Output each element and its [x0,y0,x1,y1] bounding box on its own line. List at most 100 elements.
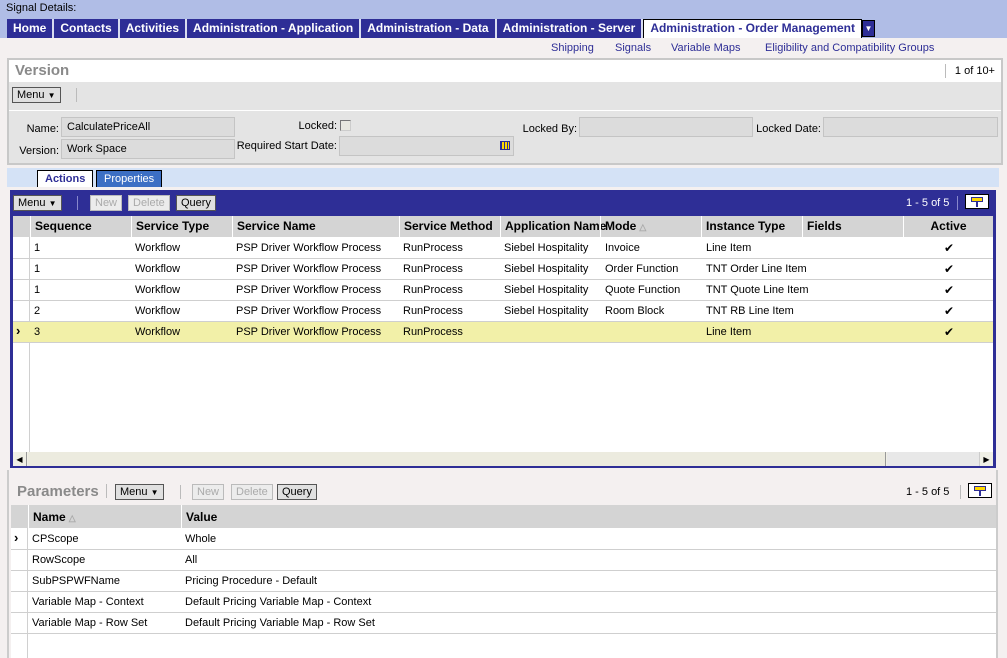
name-label: Name: [26,123,59,135]
cell-value: Whole [185,533,217,545]
column-service-name[interactable]: Service Name [232,216,399,237]
cell-instance-type: Line Item [706,242,752,254]
export-icon[interactable] [965,194,989,209]
version-menu-button[interactable]: Menu ▼ [12,87,61,103]
tab-administration-application[interactable]: Administration - Application [187,19,362,38]
scrollbar-thumb[interactable] [28,452,886,466]
subnav-shipping[interactable]: Shipping [551,42,594,54]
scroll-right-icon[interactable]: ▶ [979,452,993,466]
cell-name: Variable Map - Context [32,596,144,608]
tab-activities[interactable]: Activities [119,19,188,38]
name-field[interactable]: CalculatePriceAll [61,117,235,137]
subnav-variable-maps[interactable]: Variable Maps [671,42,741,54]
tab-administration-order-management[interactable]: Administration - Order Management [643,19,863,38]
tab-actions[interactable]: Actions [37,170,94,187]
column-fields[interactable]: Fields [802,216,903,237]
column-active[interactable]: Active [903,216,993,237]
locked-checkbox[interactable] [340,120,351,131]
tab-administration-server[interactable]: Administration - Server [496,19,644,38]
divider [180,485,181,499]
column-instance-type[interactable]: Instance Type [701,216,802,237]
actions-new-button[interactable]: New [90,195,123,211]
tab-administration-data[interactable]: Administration - Data [361,19,497,38]
actions-menu-button[interactable]: Menu ▼ [13,195,62,211]
actions-grid: Sequence Service Type Service Name Servi… [13,216,993,452]
more-tabs-dropdown[interactable]: ▼ [862,20,876,37]
actions-delete-button[interactable]: Delete [128,195,170,211]
cell-service-name: PSP Driver Workflow Process [236,284,382,296]
export-icon[interactable] [968,483,992,498]
cell-application-name: Siebel Hospitality [504,284,589,296]
column-name-label: Name [33,510,66,524]
parameters-grid: Name △ Value › CPScope Whole RowScope All SubP… [11,505,996,658]
caret-down-icon: ▼ [150,488,159,497]
column-service-type[interactable]: Service Type [131,216,232,237]
menu-label: Menu [17,89,45,101]
table-row[interactable]: Variable Map - Context Default Pricing Va… [11,592,996,613]
main-tabs: Home Contacts Activities Administration … [7,19,876,38]
table-row[interactable]: SubPSPWFName Pricing Procedure - Default [11,571,996,592]
actions-applet: Menu ▼ New Delete Query 1 - 5 of 5 Seque… [10,190,996,468]
row-indicator-icon: › [16,323,21,338]
parameters-menu-button[interactable]: Menu ▼ [115,484,164,500]
parameters-query-button[interactable]: Query [277,484,317,500]
cell-service-method: RunProcess [403,284,463,296]
scroll-left-icon[interactable]: ◀ [13,452,27,466]
locked-by-label: Locked By: [522,123,577,135]
actions-toolbar: Menu ▼ New Delete Query 1 - 5 of 5 [10,190,996,214]
cell-mode: Quote Function [605,284,681,296]
parameters-delete-button[interactable]: Delete [231,484,273,500]
caret-down-icon: ▼ [48,199,57,208]
version-field[interactable]: Work Space [61,139,235,159]
calendar-icon[interactable] [500,141,510,150]
cell-name: SubPSPWFName [32,575,121,587]
column-sequence[interactable]: Sequence [30,216,131,237]
menu-label: Menu [18,197,46,209]
subnav-eligibility-compatibility-groups[interactable]: Eligibility and Compatibility Groups [765,42,934,54]
table-row[interactable]: RowScope All [11,550,996,571]
required-start-date-field[interactable] [339,136,514,156]
cell-service-type: Workflow [135,263,181,275]
scrollbar-track[interactable] [887,452,979,466]
divider [76,88,77,102]
column-mode[interactable]: Mode △ [600,216,701,237]
cell-instance-type: Line Item [706,326,752,338]
divider [9,110,1001,111]
cell-name: RowScope [32,554,86,566]
table-row[interactable]: Variable Map - Row Set Default Pricing Va… [11,613,996,634]
horizontal-scrollbar[interactable]: ◀ ▶ [13,452,993,466]
tab-properties[interactable]: Properties [96,170,163,187]
actions-grid-header: Sequence Service Type Service Name Servi… [13,216,993,237]
locked-date-field[interactable] [823,117,998,137]
subnav-signals[interactable]: Signals [615,42,651,54]
divider [77,196,78,210]
locked-by-field[interactable] [579,117,753,137]
actions-query-button[interactable]: Query [176,195,216,211]
parameters-new-button[interactable]: New [192,484,225,500]
parameters-pager: 1 - 5 of 5 [906,486,950,498]
sort-ascending-icon: △ [639,222,647,232]
tab-contacts[interactable]: Contacts [54,19,120,38]
table-row[interactable]: 2 Workflow PSP Driver Workflow Process RunP… [13,301,993,322]
table-row[interactable]: 1 Workflow PSP Driver Workflow Process RunP… [13,280,993,301]
cell-sequence: 1 [34,242,41,254]
table-row[interactable]: › 3 Workflow PSP Driver Workflow Process Run… [13,322,993,343]
column-service-method[interactable]: Service Method [399,216,500,237]
panel-border [996,470,998,658]
tab-home[interactable]: Home [7,19,55,38]
signal-details-title: Signal Details: [6,2,77,14]
version-title: Version [15,62,70,79]
divider [957,196,958,210]
active-checkmark-icon: ✔ [944,304,955,318]
table-row[interactable]: › CPScope Whole [11,529,996,550]
column-name[interactable]: Name △ [28,505,181,528]
cell-mode: Room Block [605,305,665,317]
table-row[interactable]: 1 Workflow PSP Driver Workflow Process RunP… [13,259,993,280]
cell-value: Default Pricing Variable Map - Row Set [185,617,375,629]
column-application-name[interactable]: Application Name [500,216,606,237]
divider [106,484,107,498]
parameters-title: Parameters [17,483,99,500]
table-row[interactable]: 1 Workflow PSP Driver Workflow Process RunP… [13,238,993,259]
column-value[interactable]: Value [181,505,996,528]
cell-service-method: RunProcess [403,242,463,254]
